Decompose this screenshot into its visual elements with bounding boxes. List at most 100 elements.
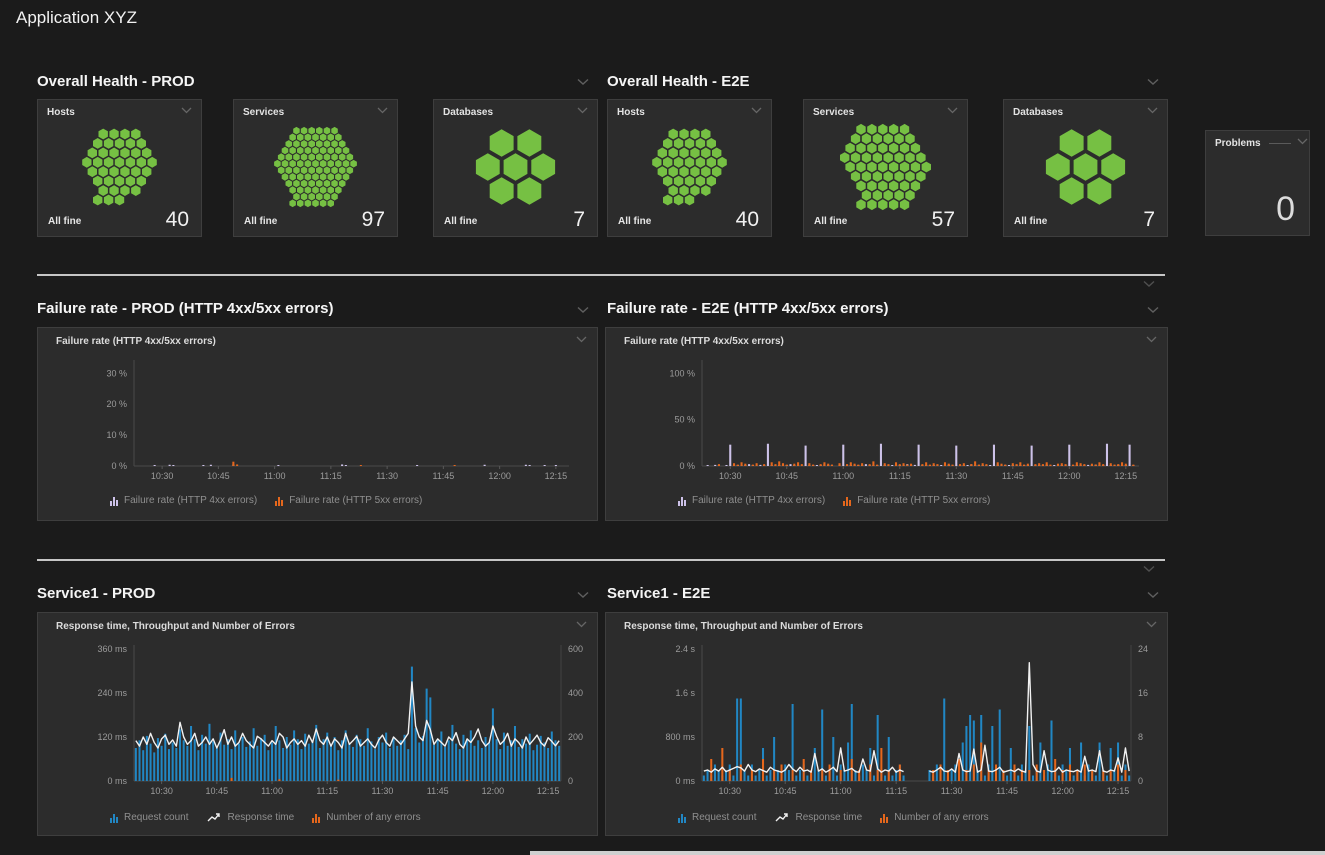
hex-grid-svg xyxy=(238,122,393,212)
legend-item-5xx[interactable]: Failure rate (HTTP 5xx errors) xyxy=(843,495,990,506)
failure-rate-e2e-chart[interactable]: 100 %50 %0 %10:3010:4511:0011:1511:3011:… xyxy=(606,356,1167,484)
section-divider xyxy=(37,559,1165,561)
svg-text:0 %: 0 % xyxy=(679,461,695,471)
svg-text:11:15: 11:15 xyxy=(889,471,911,481)
svg-text:240 ms: 240 ms xyxy=(97,688,127,698)
svg-text:11:30: 11:30 xyxy=(945,471,967,481)
svg-text:0: 0 xyxy=(568,776,573,786)
svg-text:10:45: 10:45 xyxy=(774,786,797,796)
hex-grid xyxy=(1008,122,1163,212)
hex-grid-svg xyxy=(1008,122,1163,212)
svg-text:12:15: 12:15 xyxy=(545,471,568,481)
legend-item-requests[interactable]: Request count xyxy=(678,812,757,823)
service-e2e-chart[interactable]: 2.4 s1.6 s800 ms0 ms24168010:3010:4511:0… xyxy=(606,641,1167,799)
svg-text:0: 0 xyxy=(1138,776,1143,786)
legend-item-4xx[interactable]: Failure rate (HTTP 4xx errors) xyxy=(678,495,825,506)
chevron-down-icon[interactable] xyxy=(377,107,388,114)
svg-text:120 ms: 120 ms xyxy=(97,732,127,742)
tile-databases-prod[interactable]: Databases All fine 7 xyxy=(433,99,598,237)
chevron-down-icon[interactable] xyxy=(577,78,589,86)
bar-series-icon xyxy=(110,496,118,506)
legend-label: Failure rate (HTTP 4xx errors) xyxy=(124,495,257,506)
section-divider xyxy=(37,274,1165,276)
tile-hosts-prod[interactable]: Hosts All fine 40 xyxy=(37,99,202,237)
bar-series-icon xyxy=(110,813,118,823)
chevron-down-icon[interactable] xyxy=(1147,78,1159,86)
chevron-down-icon[interactable] xyxy=(577,591,589,599)
svg-text:11:15: 11:15 xyxy=(320,471,342,481)
svg-text:12:15: 12:15 xyxy=(1115,471,1138,481)
bar-series-icon xyxy=(678,813,686,823)
legend-item-requests[interactable]: Request count xyxy=(110,812,189,823)
svg-text:11:45: 11:45 xyxy=(1002,471,1024,481)
chevron-down-icon[interactable] xyxy=(1147,591,1159,599)
chevron-down-icon[interactable] xyxy=(1143,280,1155,288)
tile-count: 57 xyxy=(932,208,955,232)
chevron-down-icon[interactable] xyxy=(577,107,588,114)
svg-text:11:30: 11:30 xyxy=(372,786,394,796)
legend-item-errors[interactable]: Number of any errors xyxy=(880,812,988,823)
svg-text:12:00: 12:00 xyxy=(1058,471,1081,481)
tile-title: Databases xyxy=(1013,107,1063,118)
hex-grid xyxy=(438,122,593,212)
chevron-down-icon[interactable] xyxy=(1146,336,1157,343)
bar-series-icon xyxy=(843,496,851,506)
chevron-down-icon[interactable] xyxy=(1143,565,1155,573)
chevron-down-icon[interactable] xyxy=(1297,138,1308,145)
bar-series-icon xyxy=(312,813,320,823)
tile-databases-e2e[interactable]: Databases All fine 7 xyxy=(1003,99,1168,237)
tile-title: Services xyxy=(243,107,284,118)
tile-services-e2e[interactable]: Services All fine 57 xyxy=(803,99,968,237)
legend-label: Failure rate (HTTP 4xx errors) xyxy=(692,495,825,506)
chevron-down-icon[interactable] xyxy=(1147,107,1158,114)
svg-text:12:00: 12:00 xyxy=(482,786,505,796)
svg-text:50 %: 50 % xyxy=(674,415,695,425)
chevron-down-icon[interactable] xyxy=(181,107,192,114)
svg-text:800 ms: 800 ms xyxy=(665,732,695,742)
legend-item-4xx[interactable]: Failure rate (HTTP 4xx errors) xyxy=(110,495,257,506)
svg-text:11:00: 11:00 xyxy=(832,471,854,481)
problems-count: 0 xyxy=(1276,190,1295,229)
svg-text:2.4 s: 2.4 s xyxy=(675,644,695,654)
hex-grid-svg xyxy=(808,122,963,212)
section-title-health-e2e: Overall Health - E2E xyxy=(607,73,750,90)
tile-count: 40 xyxy=(736,208,759,232)
svg-text:360 ms: 360 ms xyxy=(97,644,127,654)
chevron-down-icon[interactable] xyxy=(751,107,762,114)
tile-problems[interactable]: Problems 0 xyxy=(1205,130,1310,236)
failure-rate-prod-chart[interactable]: 30 %20 %10 %0 %10:3010:4511:0011:1511:30… xyxy=(38,356,597,484)
section-title-health-prod: Overall Health - PROD xyxy=(37,73,195,90)
tile-title: Hosts xyxy=(47,107,75,118)
chevron-down-icon[interactable] xyxy=(1146,621,1157,628)
chart-svg: 2.4 s1.6 s800 ms0 ms24168010:3010:4511:0… xyxy=(606,641,1167,799)
legend-item-response-time[interactable]: Response time xyxy=(207,812,295,823)
hex-grid xyxy=(238,122,393,212)
svg-text:12:15: 12:15 xyxy=(537,786,560,796)
line-series-icon xyxy=(775,813,790,823)
svg-text:0 ms: 0 ms xyxy=(675,776,695,786)
legend-item-5xx[interactable]: Failure rate (HTTP 5xx errors) xyxy=(275,495,422,506)
legend-label: Failure rate (HTTP 5xx errors) xyxy=(289,495,422,506)
tile-services-prod[interactable]: Services All fine 97 xyxy=(233,99,398,237)
legend-item-response-time[interactable]: Response time xyxy=(775,812,863,823)
chevron-down-icon[interactable] xyxy=(577,306,589,314)
legend-label: Number of any errors xyxy=(326,812,420,823)
panel-title: Response time, Throughput and Number of … xyxy=(56,621,295,632)
legend-item-errors[interactable]: Number of any errors xyxy=(312,812,420,823)
chevron-down-icon[interactable] xyxy=(947,107,958,114)
chevron-down-icon[interactable] xyxy=(1147,306,1159,314)
tile-count: 7 xyxy=(573,208,585,232)
chevron-down-icon[interactable] xyxy=(576,336,587,343)
svg-text:11:45: 11:45 xyxy=(427,786,449,796)
svg-text:11:00: 11:00 xyxy=(830,786,852,796)
service-prod-chart[interactable]: 360 ms240 ms120 ms0 ms600400200010:3010:… xyxy=(38,641,597,799)
legend-label: Response time xyxy=(796,812,863,823)
section-title-failure-prod: Failure rate - PROD (HTTP 4xx/5xx errors… xyxy=(37,300,334,317)
chevron-down-icon[interactable] xyxy=(576,621,587,628)
horizontal-scrollbar[interactable] xyxy=(530,851,1325,855)
svg-text:10:45: 10:45 xyxy=(206,786,229,796)
trend-dash xyxy=(1269,143,1291,144)
tile-count: 7 xyxy=(1143,208,1155,232)
chart-svg: 30 %20 %10 %0 %10:3010:4511:0011:1511:30… xyxy=(38,356,597,484)
tile-hosts-e2e[interactable]: Hosts All fine 40 xyxy=(607,99,772,237)
